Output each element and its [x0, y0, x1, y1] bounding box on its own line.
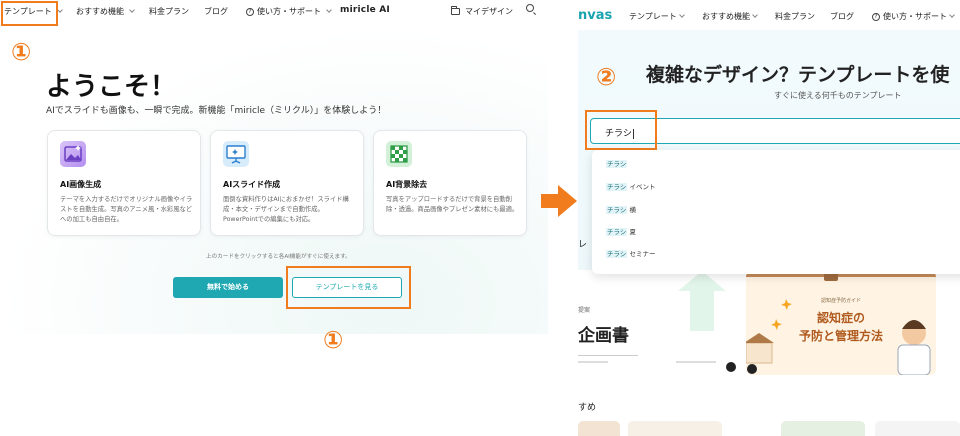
chevron-down-icon [326, 7, 332, 13]
nav-blog-label: ブログ [830, 12, 854, 21]
suggestion-rest: 夏 [629, 228, 636, 236]
nav-pricing[interactable]: 料金プラン [775, 11, 815, 22]
suggestion-item[interactable]: チラシ 夏 [606, 226, 636, 236]
my-design-link[interactable]: マイデザイン [451, 6, 513, 17]
template-thumbnail[interactable] [875, 421, 960, 436]
background-remove-icon [386, 141, 412, 167]
suggestion-match: チラシ [606, 206, 628, 214]
right-top-nav: nvas テンプレート おすすめ機能 料金プラン ブログ ? 使い方・サポート [578, 0, 960, 30]
thumbnail-title-line1: 認知症の [816, 311, 865, 325]
suggestion-match: チラシ [606, 183, 628, 191]
image-generate-icon [60, 141, 86, 167]
page-title: ようこそ！ [46, 72, 177, 102]
thumbnail-caption: 認知症予防ガイド [820, 298, 861, 304]
suggestion-item[interactable]: チラシ [606, 158, 628, 168]
nav-templates-label: テンプレート [629, 12, 677, 21]
folder-icon [451, 6, 460, 15]
step-marker-1-bottom: ① [323, 326, 344, 354]
card-ai-slide[interactable]: AIスライド作成 面倒な資料作りはAIにおまかせ！スライド構成・本文・デザインま… [210, 130, 364, 236]
hero-title: 複雑なデザイン？テンプレートを使 [646, 64, 950, 86]
thumbnail-title: 企画書 [578, 326, 629, 346]
nav-features[interactable]: おすすめ機能 [76, 6, 135, 17]
suggestion-rest: イベント [629, 183, 656, 191]
left-screenshot: テンプレート おすすめ機能 料金プラン ブログ ? 使い方・サポート miricl… [0, 0, 548, 436]
suggestion-item[interactable]: チラシ イベント [606, 181, 655, 191]
nav-pricing-label: 料金プラン [149, 7, 189, 16]
card-title: AI背景除去 [386, 180, 428, 189]
suggestion-match: チラシ [606, 160, 628, 168]
template-thumbnail[interactable]: 提案 企画書 [578, 271, 738, 375]
nav-features[interactable]: おすすめ機能 [702, 11, 758, 22]
template-thumbnail[interactable] [781, 421, 865, 436]
nav-features-label: おすすめ機能 [76, 7, 124, 16]
suggestion-match: チラシ [606, 250, 628, 258]
nav-blog-label: ブログ [204, 7, 228, 16]
template-thumbnails: 提案 企画書 認知症予防ガイド 認知症の 予防と管理方法 [578, 271, 960, 379]
step-marker-2: ② [596, 63, 617, 91]
top-nav: テンプレート おすすめ機能 料金プラン ブログ ? 使い方・サポート miricl… [0, 0, 548, 24]
brand-link[interactable]: miricle AI [340, 5, 390, 15]
page-subtitle: AIでスライドも画像も、一瞬で完成。新機能「miricle（ミリクル）」を体験し… [46, 106, 387, 116]
suggestion-item[interactable]: チラシ セミナー [606, 248, 655, 258]
card-description: 写真をアップロードするだけで背景を自動削除・透過。商品画像やプレゼン素材にも最適… [386, 196, 519, 213]
recommend-section-label: すめ [578, 403, 597, 413]
suggestion-match: チラシ [606, 228, 628, 236]
chevron-down-icon [678, 12, 685, 18]
hero-subtitle: すぐに使える何千ものテンプレート [774, 91, 902, 100]
logo[interactable]: nvas [578, 8, 612, 23]
thumbnail-subtitle: 提案 [578, 307, 591, 314]
card-hint-text: 上のカードをクリックすると各AI機能がすぐに使えます。 [206, 254, 351, 260]
nav-blog[interactable]: ブログ [204, 6, 228, 17]
nav-pricing[interactable]: 料金プラン [149, 6, 189, 17]
start-free-button[interactable]: 無料で始める [173, 277, 283, 298]
suggestion-rest: 横 [629, 206, 636, 214]
section-label: レ [578, 240, 588, 250]
nav-help[interactable]: ? 使い方・サポート [872, 11, 955, 22]
search-icon[interactable] [526, 4, 534, 12]
arrow-right-icon [541, 185, 577, 217]
highlight-view-templates [286, 266, 411, 309]
nav-templates[interactable]: テンプレート [629, 11, 685, 22]
my-design-label: マイデザイン [465, 7, 513, 16]
nav-blog[interactable]: ブログ [830, 11, 854, 22]
nav-help-label: 使い方・サポート [257, 7, 321, 16]
right-screenshot: nvas テンプレート おすすめ機能 料金プラン ブログ ? 使い方・サポート ②… [578, 0, 960, 436]
brand-label: miricle AI [340, 5, 390, 15]
chevron-down-icon [949, 12, 955, 18]
help-icon: ? [872, 12, 880, 21]
slide-presentation-icon [223, 141, 249, 167]
nav-help-label: 使い方・サポート [883, 12, 947, 21]
template-thumbnail[interactable] [628, 421, 722, 436]
suggestion-item[interactable]: チラシ 横 [606, 204, 636, 214]
card-description: 面倒な資料作りはAIにおまかせ！スライド構成・本文・デザインまで自動作成。Pow… [223, 196, 349, 223]
template-thumbnail[interactable]: 認知症予防ガイド 認知症の 予防と管理方法 [746, 271, 936, 375]
help-icon: ? [246, 7, 254, 16]
search-suggestions-dropdown: チラシ チラシ イベント チラシ 横 チラシ 夏 チラシ セミナー [592, 150, 960, 274]
card-description: テーマを入力するだけでオリジナル画像やイラストを自動生成。写真のアニメ風・水彩風… [60, 196, 193, 223]
thumbnail-title-line2: 予防と管理方法 [798, 329, 883, 343]
card-ai-bg-remove[interactable]: AI背景除去 写真をアップロードするだけで背景を自動削除・透過。商品画像やプレゼ… [373, 130, 527, 236]
highlight-nav-templates [1, 1, 58, 26]
chevron-down-icon [129, 7, 135, 13]
chevron-down-icon [752, 12, 758, 18]
card-ai-image[interactable]: AI画像生成 テーマを入力するだけでオリジナル画像やイラストを自動生成。写真のア… [47, 130, 201, 236]
nav-help[interactable]: ? 使い方・サポート [246, 6, 332, 17]
suggestion-rest: セミナー [629, 250, 656, 258]
highlight-search-input [585, 110, 657, 150]
card-title: AI画像生成 [60, 180, 102, 189]
template-thumbnail[interactable] [578, 421, 620, 436]
nav-pricing-label: 料金プラン [775, 12, 815, 21]
nav-features-label: おすすめ機能 [702, 12, 750, 21]
card-title: AIスライド作成 [223, 180, 281, 189]
step-marker-1-top: ① [11, 38, 32, 66]
